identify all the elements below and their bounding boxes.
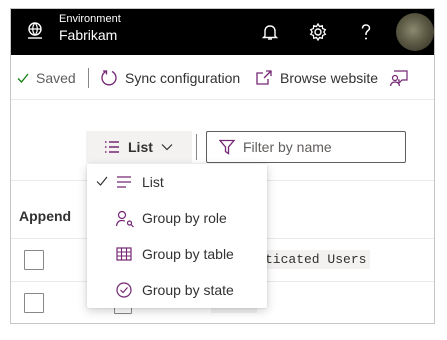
state-check-icon (116, 282, 132, 298)
table-icon (116, 247, 132, 261)
filter-placeholder: Filter by name (243, 139, 332, 155)
saved-status: Saved (17, 56, 76, 100)
menu-item-label: Group by table (142, 246, 234, 262)
open-external-icon (256, 70, 272, 85)
view-menu: List Group by role Group by table Group … (87, 164, 267, 308)
divider (196, 134, 197, 160)
environment-icon[interactable] (25, 21, 45, 41)
browse-label: Browse website (280, 70, 379, 86)
view-selector-button[interactable]: List (86, 131, 192, 163)
browse-website-button[interactable]: Browse website (255, 56, 378, 100)
person-feedback-icon (389, 70, 408, 87)
chevron-down-icon (161, 144, 173, 151)
list-icon (105, 141, 119, 153)
divider (88, 68, 89, 88)
menu-item-label: Group by state (142, 282, 234, 298)
row-checkbox[interactable] (24, 293, 44, 313)
role-icon (115, 210, 134, 228)
bell-icon[interactable] (259, 21, 281, 43)
gear-icon[interactable] (307, 21, 329, 43)
environment-label: Environment (59, 13, 121, 25)
sync-icon (101, 70, 117, 86)
checkmark-icon (17, 73, 29, 83)
filter-icon (219, 139, 235, 155)
menu-item-group-by-role[interactable]: Group by role (87, 200, 267, 236)
app-frame: Environment Fabrikam Saved Sync configur… (10, 8, 435, 324)
help-icon[interactable] (355, 21, 377, 43)
list-icon (117, 176, 131, 188)
environment-name[interactable]: Fabrikam (59, 27, 117, 43)
cell-text: ticated Users (261, 250, 371, 269)
checkmark-icon (96, 176, 108, 186)
sync-label: Sync configuration (125, 70, 241, 86)
menu-item-list[interactable]: List (87, 164, 267, 200)
filter-by-name-input[interactable]: Filter by name (206, 131, 406, 163)
menu-item-label: List (142, 174, 164, 190)
more-commands-button[interactable] (389, 56, 416, 100)
user-avatar[interactable] (396, 13, 434, 51)
sync-configuration-button[interactable]: Sync configuration (100, 56, 240, 100)
row-checkbox[interactable] (24, 250, 44, 270)
saved-label: Saved (36, 70, 76, 86)
menu-item-group-by-state[interactable]: Group by state (87, 272, 267, 308)
view-selector-label: List (128, 139, 153, 155)
menu-item-group-by-table[interactable]: Group by table (87, 236, 267, 272)
top-header: Environment Fabrikam (11, 9, 434, 55)
command-bar: Saved Sync configuration Browse website (11, 56, 434, 100)
column-header-append[interactable]: Append (19, 208, 71, 224)
menu-item-label: Group by role (142, 210, 227, 226)
